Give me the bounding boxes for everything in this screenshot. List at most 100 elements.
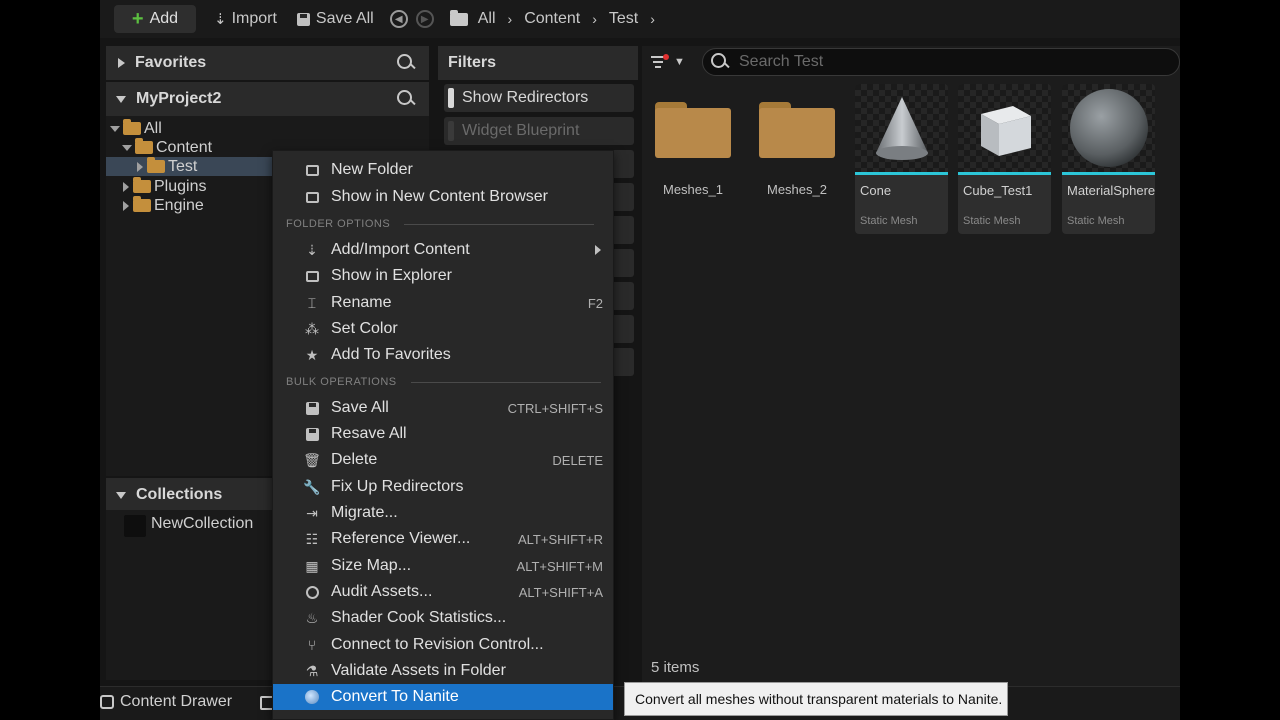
- asset-folder-meshes-1[interactable]: Meshes_1: [648, 94, 738, 197]
- tree-item-content[interactable]: Content: [122, 138, 212, 157]
- search-icon: [711, 53, 729, 71]
- breadcrumb-test[interactable]: Test: [609, 10, 638, 28]
- menu-item-audit-assets[interactable]: Audit Assets... ALT+SHIFT+A: [273, 579, 613, 605]
- tree-item-engine[interactable]: Engine: [123, 196, 204, 215]
- section-folder-options: FOLDER OPTIONS: [286, 218, 595, 230]
- menu-item-shortcut: CTRL+SHIFT+S: [507, 400, 603, 416]
- content-drawer-button[interactable]: Content Drawer: [100, 693, 232, 711]
- tree-item-all[interactable]: All: [110, 119, 162, 138]
- asset-name: Cone: [860, 183, 892, 198]
- breadcrumb-separator-icon[interactable]: ›: [508, 11, 513, 27]
- menu-item-delete[interactable]: 🗑 Delete DELETE: [273, 447, 613, 473]
- menu-item-validate-assets-in-folder[interactable]: ⚗ Validate Assets in Folder: [273, 658, 613, 684]
- star-icon: ★: [305, 346, 319, 363]
- asset-thumbnail: [855, 84, 948, 172]
- menu-item-set-color[interactable]: ⁂ Set Color: [273, 316, 613, 342]
- asset-thumbnail: [958, 84, 1051, 172]
- folder-context-menu: New Folder Show in New Content Browser F…: [272, 150, 614, 720]
- menu-item-add-import-content[interactable]: ⇣ Add/Import Content: [273, 237, 613, 263]
- collapsed-arrow-icon[interactable]: [123, 200, 129, 211]
- asset-thumbnail: [1062, 84, 1155, 172]
- resave-icon: [304, 426, 320, 442]
- favorites-header[interactable]: Favorites: [106, 46, 429, 80]
- explorer-icon: [304, 268, 320, 284]
- folder-open-icon: [123, 119, 141, 135]
- audit-icon: [304, 584, 320, 600]
- menu-item-resave-all[interactable]: Resave All: [273, 421, 613, 447]
- asset-cube-test1[interactable]: Cube_Test1 Static Mesh: [958, 84, 1051, 234]
- collapsed-arrow-icon[interactable]: [137, 161, 143, 172]
- menu-item-label: Connect to Revision Control...: [331, 636, 544, 653]
- collapsed-arrow-icon[interactable]: [123, 181, 129, 192]
- reference-icon: ☷: [305, 530, 319, 547]
- plus-icon: +: [131, 8, 144, 30]
- project-header[interactable]: MyProject2: [106, 82, 429, 116]
- menu-item-rename[interactable]: ⌶ Rename F2: [273, 290, 613, 316]
- rename-icon: ⌶: [307, 294, 317, 311]
- tree-item-plugins[interactable]: Plugins: [123, 177, 206, 196]
- menu-item-shortcut: ALT+SHIFT+R: [517, 531, 603, 547]
- import-button[interactable]: ⇣ Import: [206, 5, 285, 33]
- menu-item-reference-viewer[interactable]: ☷ Reference Viewer... ALT+SHIFT+R: [273, 526, 613, 552]
- search-icon[interactable]: [397, 90, 415, 108]
- collection-color-swatch: [124, 515, 146, 537]
- menu-item-size-map[interactable]: ▦ Size Map... ALT+SHIFT+M: [273, 553, 613, 579]
- menu-item-shader-cook-statistics[interactable]: ♨ Shader Cook Statistics...: [273, 605, 613, 631]
- tree-item-label: Test: [168, 157, 198, 175]
- breadcrumb-separator-icon[interactable]: ›: [592, 11, 597, 27]
- shader-icon: ♨: [305, 609, 319, 626]
- breadcrumb-separator-icon[interactable]: ›: [650, 11, 655, 27]
- menu-item-connect-to-revision-control[interactable]: ⑂ Connect to Revision Control...: [273, 632, 613, 658]
- color-icon: ⁂: [305, 320, 319, 337]
- breadcrumb-all[interactable]: All: [478, 10, 496, 28]
- cube-mesh-icon: [980, 106, 1031, 156]
- breadcrumb-content[interactable]: Content: [524, 10, 580, 28]
- asset-cone[interactable]: Cone Static Mesh: [855, 84, 948, 234]
- menu-item-label: Shader Cook Statistics...: [331, 609, 507, 626]
- menu-item-show-in-explorer[interactable]: Show in Explorer: [273, 263, 613, 289]
- folder-open-icon: [135, 138, 153, 154]
- menu-item-label: Rename: [331, 294, 392, 311]
- menu-item-shortcut: F2: [587, 295, 603, 311]
- save-all-button[interactable]: Save All: [289, 5, 382, 33]
- folder-icon: [449, 9, 468, 26]
- menu-item-fix-up-redirectors[interactable]: 🔧 Fix Up Redirectors: [273, 474, 613, 500]
- save-all-button-label: Save All: [315, 10, 374, 27]
- menu-item-convert-to-nanite[interactable]: Convert To Nanite: [273, 684, 613, 710]
- menu-item-show-in-new-content-browser[interactable]: Show in New Content Browser: [273, 184, 613, 210]
- filter-dropdown-button[interactable]: ▼: [650, 52, 690, 72]
- menu-item-migrate[interactable]: ⇥ Migrate...: [273, 500, 613, 526]
- expanded-arrow-icon: [116, 95, 126, 103]
- asset-name: MaterialSphere: [1067, 183, 1155, 198]
- arrow-right-icon: ▶: [420, 13, 429, 25]
- cone-mesh-icon: [875, 97, 928, 160]
- back-button[interactable]: ◀: [389, 10, 408, 28]
- add-button[interactable]: + Add: [114, 5, 196, 33]
- menu-item-label: Migrate...: [331, 504, 398, 521]
- filter-widget-blueprint[interactable]: Widget Blueprint: [444, 117, 634, 145]
- menu-item-label: Size Map...: [331, 557, 412, 574]
- menu-item-label: Validate Assets in Folder: [331, 662, 506, 679]
- submenu-arrow-icon: [595, 245, 601, 255]
- filters-title: Filters: [448, 54, 497, 71]
- expanded-arrow-icon[interactable]: [122, 144, 132, 151]
- menu-item-save-all[interactable]: Save All CTRL+SHIFT+S: [273, 395, 613, 421]
- asset-folder-meshes-2[interactable]: Meshes_2: [752, 94, 842, 197]
- menu-item-add-to-favorites[interactable]: ★ Add To Favorites: [273, 342, 613, 368]
- search-input[interactable]: Search Test: [702, 48, 1180, 76]
- tree-item-test[interactable]: Test: [106, 157, 272, 176]
- filter-show-redirectors[interactable]: Show Redirectors: [444, 84, 634, 112]
- menu-item-new-folder[interactable]: New Folder: [273, 157, 613, 183]
- expanded-arrow-icon[interactable]: [110, 125, 120, 132]
- arrow-left-icon: ◀: [394, 13, 403, 25]
- section-bulk-operations: BULK OPERATIONS: [286, 376, 601, 388]
- folder-icon: [133, 196, 151, 212]
- menu-item-label: Set Color: [331, 320, 398, 337]
- forward-button[interactable]: ▶: [415, 10, 434, 28]
- migrate-icon: ⇥: [306, 504, 318, 521]
- asset-materialsphere[interactable]: MaterialSphere Static Mesh: [1062, 84, 1155, 234]
- sphere-mesh-icon: [1069, 89, 1148, 167]
- search-icon[interactable]: [397, 54, 415, 72]
- asset-type: Static Mesh: [1067, 215, 1125, 227]
- menu-item-shortcut: DELETE: [552, 452, 603, 468]
